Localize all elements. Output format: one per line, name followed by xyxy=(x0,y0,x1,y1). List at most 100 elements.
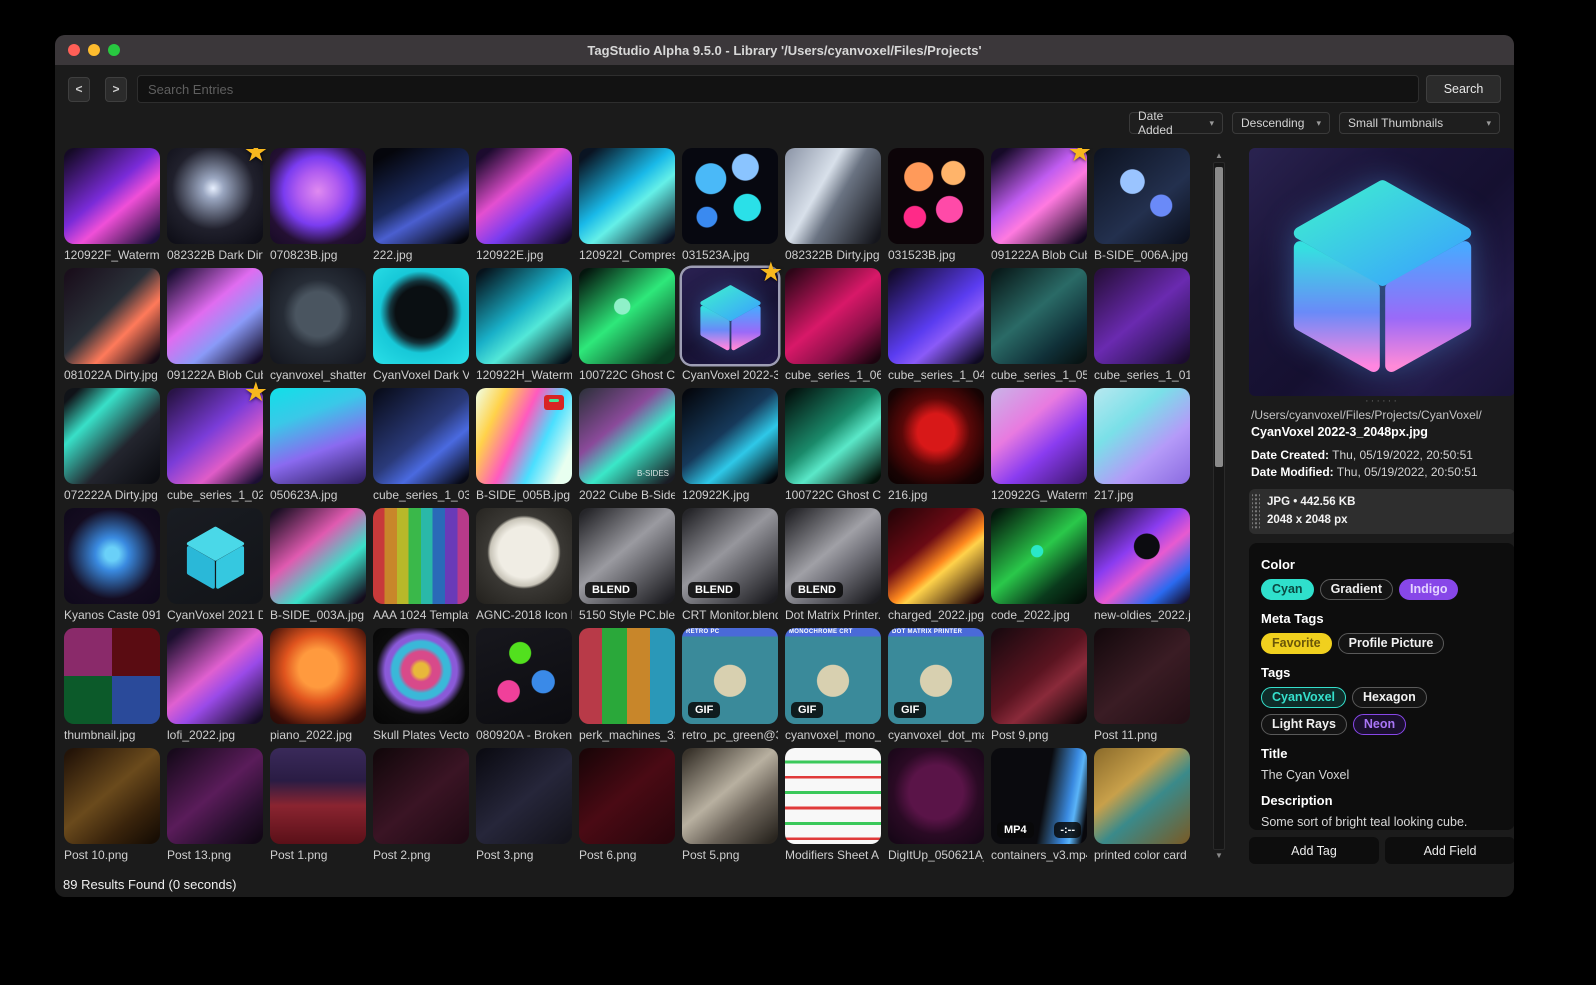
thumbnail[interactable] xyxy=(1094,388,1190,484)
thumbnail[interactable] xyxy=(167,508,263,604)
grid-item[interactable]: CyanVoxel 2021 Dis xyxy=(167,508,263,622)
thumbnail[interactable] xyxy=(476,148,572,244)
thumbnail[interactable]: BLEND xyxy=(579,508,675,604)
grid-item[interactable]: printed color card i xyxy=(1094,748,1190,862)
grid-item[interactable]: 091222A Blob Cube xyxy=(167,268,263,382)
sort-direction-dropdown[interactable]: Descending ▾ xyxy=(1232,112,1330,134)
grid-item[interactable]: DOT MATRIX PRINTER GIF cyanvoxel_dot_mat xyxy=(888,628,984,742)
grid-item[interactable]: 031523B.jpg xyxy=(888,148,984,262)
grid-item[interactable]: Post 1.png xyxy=(270,748,366,862)
thumbnail[interactable] xyxy=(373,388,469,484)
thumbnail[interactable] xyxy=(167,268,263,364)
thumbnail[interactable] xyxy=(888,268,984,364)
grid-item[interactable]: 080920A - Broken I xyxy=(476,628,572,742)
grid-item[interactable]: Kyanos Caste 0910: xyxy=(64,508,160,622)
tag-pill[interactable]: Light Rays xyxy=(1261,713,1347,735)
drag-grip-icon[interactable] xyxy=(1252,494,1260,529)
scroll-down-icon[interactable]: ▼ xyxy=(1215,850,1223,862)
thumbnail[interactable] xyxy=(1094,268,1190,364)
thumbnail[interactable] xyxy=(888,508,984,604)
tag-pill[interactable]: Favorite xyxy=(1261,632,1332,654)
thumbnail[interactable] xyxy=(579,148,675,244)
grid-item[interactable]: CyanVoxel Dark Vox xyxy=(373,268,469,382)
thumbnail[interactable] xyxy=(785,268,881,364)
thumbnail[interactable] xyxy=(64,148,160,244)
thumbnail[interactable] xyxy=(167,748,263,844)
thumbnail[interactable] xyxy=(991,268,1087,364)
thumbnail[interactable] xyxy=(373,148,469,244)
grid-item[interactable]: Post 11.png xyxy=(1094,628,1190,742)
thumbnail[interactable] xyxy=(270,508,366,604)
thumbnail[interactable] xyxy=(682,148,778,244)
grid-item[interactable]: ★ CyanVoxel 2022-3_ xyxy=(682,259,783,382)
thumbnail[interactable] xyxy=(991,508,1087,604)
thumbnail[interactable] xyxy=(579,628,675,724)
tag-pill[interactable]: Gradient xyxy=(1319,578,1393,600)
grid-item[interactable]: ★ 082322B Dark Dirty xyxy=(167,148,268,262)
grid-item[interactable]: Post 13.png xyxy=(167,748,263,862)
grid-item[interactable]: DigItUp_050621A_S xyxy=(888,748,984,862)
thumbnail[interactable] xyxy=(64,388,160,484)
grid-item[interactable]: 216.jpg xyxy=(888,388,984,502)
thumbnail[interactable] xyxy=(64,628,160,724)
grid-item[interactable]: Post 9.png xyxy=(991,628,1087,742)
grid-scrollbar[interactable]: ▲ ▼ xyxy=(1212,150,1226,862)
grid-item[interactable]: Post 3.png xyxy=(476,748,572,862)
tag-pill[interactable]: Hexagon xyxy=(1352,686,1427,708)
thumbnail[interactable] xyxy=(682,388,778,484)
thumbnail[interactable] xyxy=(270,628,366,724)
grid-item[interactable]: cube_series_1_05.j xyxy=(991,268,1087,382)
grid-item[interactable]: ★ cube_series_1_02.j xyxy=(167,379,268,502)
grid-item[interactable]: BLEND CRT Monitor.blend xyxy=(682,508,778,622)
thumbnail[interactable] xyxy=(270,388,366,484)
grid-item[interactable]: B-SIDE_005B.jpg xyxy=(476,388,572,502)
grid-item[interactable]: 222.jpg xyxy=(373,148,469,262)
forward-button[interactable]: > xyxy=(105,76,127,102)
close-button[interactable] xyxy=(68,44,80,56)
add-tag-button[interactable]: Add Tag xyxy=(1249,837,1379,864)
thumbnail[interactable]: BLEND xyxy=(785,508,881,604)
preview-image[interactable] xyxy=(1249,148,1514,396)
thumbnail[interactable] xyxy=(476,628,572,724)
grid-item[interactable]: code_2022.jpg xyxy=(991,508,1087,622)
thumbnail[interactable] xyxy=(373,268,469,364)
minimize-button[interactable] xyxy=(88,44,100,56)
thumbnail[interactable] xyxy=(1094,628,1190,724)
tag-pill[interactable]: CyanVoxel xyxy=(1261,686,1346,708)
zoom-button[interactable] xyxy=(108,44,120,56)
grid-item[interactable]: RETRO PC GIF retro_pc_green@3x xyxy=(682,628,778,742)
grid-item[interactable]: 120922H_Watermar xyxy=(476,268,572,382)
grid-item[interactable]: BLEND Dot Matrix Printer.b xyxy=(785,508,881,622)
grid-item[interactable]: Post 2.png xyxy=(373,748,469,862)
grid-item[interactable]: Post 5.png xyxy=(682,748,778,862)
grid-item[interactable]: cube_series_1_06.j xyxy=(785,268,881,382)
grid-item[interactable]: B-SIDE_006A.jpg xyxy=(1094,148,1190,262)
grid-item[interactable]: ★ 091222A Blob Cube xyxy=(991,148,1092,262)
thumbnail[interactable] xyxy=(1094,148,1190,244)
thumbnail[interactable] xyxy=(373,748,469,844)
back-button[interactable]: < xyxy=(68,76,90,102)
grid-item[interactable]: cube_series_1_01.j xyxy=(1094,268,1190,382)
tag-pill[interactable]: Indigo xyxy=(1398,578,1459,600)
tag-pill[interactable]: Cyan xyxy=(1261,578,1314,600)
grid-item[interactable]: perk_machines_32p xyxy=(579,628,675,742)
grid-item[interactable]: thumbnail.jpg xyxy=(64,628,160,742)
thumbnail[interactable] xyxy=(373,508,469,604)
grid-item[interactable]: 120922K.jpg xyxy=(682,388,778,502)
grid-item[interactable]: 120922F_Watermark xyxy=(64,148,160,262)
thumbnail[interactable] xyxy=(476,508,572,604)
thumbnail[interactable]: RETRO PC GIF xyxy=(682,628,778,724)
grid-item[interactable]: 031523A.jpg xyxy=(682,148,778,262)
grid-item[interactable]: BLEND 5150 Style PC.blend xyxy=(579,508,675,622)
grid-item[interactable]: 120922G_Watermar xyxy=(991,388,1087,502)
thumbnail[interactable] xyxy=(785,388,881,484)
grid-item[interactable]: cube_series_1_03.j xyxy=(373,388,469,502)
thumbnail[interactable] xyxy=(991,388,1087,484)
grid-item[interactable]: 072222A Dirty.jpg xyxy=(64,388,160,502)
thumbnail[interactable]: MONOCHROME CRT GIF xyxy=(785,628,881,724)
panel-resize-handle[interactable]: ······ xyxy=(1249,396,1514,408)
grid-item[interactable]: new-oldies_2022.jp xyxy=(1094,508,1190,622)
thumbnail[interactable]: DOT MATRIX PRINTER GIF xyxy=(888,628,984,724)
tag-pill[interactable]: Profile Picture xyxy=(1337,632,1445,654)
grid-item[interactable]: 120922I_Compresse xyxy=(579,148,675,262)
